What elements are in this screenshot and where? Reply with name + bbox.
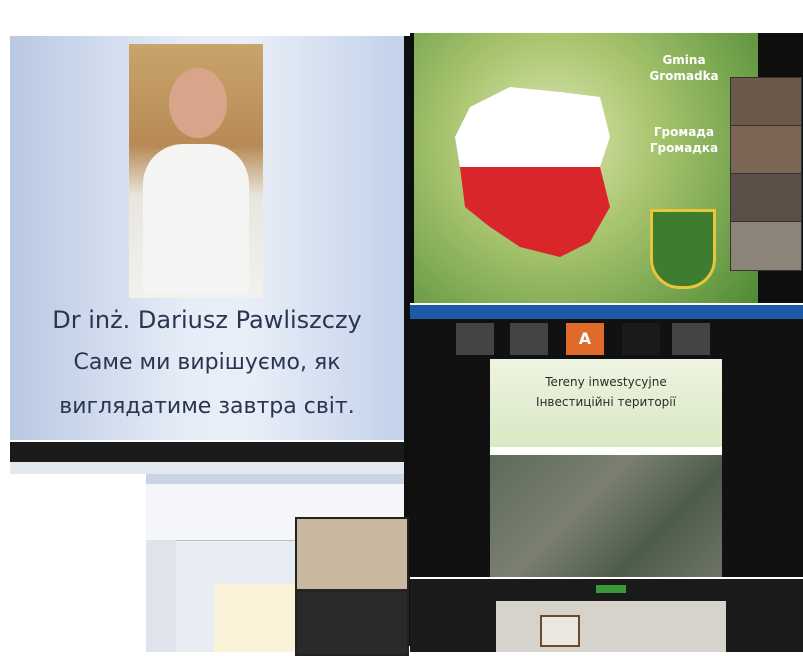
speaker-name: Dr inż. Dariusz Pawliszczy <box>52 306 362 334</box>
quote-line-1: Саме ми вирішуємо, як <box>73 350 341 375</box>
desktop-panel <box>10 442 409 656</box>
participant-avatar[interactable]: A <box>566 323 604 355</box>
slide-thumbnails <box>146 540 176 652</box>
participant-tile[interactable] <box>622 323 660 355</box>
picture-frame <box>540 615 580 647</box>
meeting-titlebar <box>410 305 803 319</box>
video-tile[interactable] <box>730 221 802 271</box>
map-slide-panel: Gmina Gromadka Громада Громадка <box>410 33 803 303</box>
slide-title-ua: Інвестиційні території <box>536 395 676 409</box>
speaker-photo <box>129 44 263 298</box>
powerpoint-titlebar <box>146 474 404 484</box>
map-slide: Gmina Gromadka Громада Громадка <box>414 33 758 303</box>
toolbar <box>10 462 404 474</box>
participant-tile[interactable] <box>510 323 548 355</box>
participant-tile[interactable] <box>456 323 494 355</box>
participant-tile[interactable] <box>672 323 710 355</box>
quote-line-2: виглядатиме завтра світ. <box>59 394 355 419</box>
video-tile[interactable] <box>730 125 802 175</box>
speaker-slide: Dr inż. Dariusz Pawliszczy Саме ми виріш… <box>10 36 404 440</box>
map-title-ua-2: Громадка <box>649 141 719 155</box>
map-title-pl-2: Gromadka <box>649 69 719 83</box>
speaker-shirt <box>143 144 249 294</box>
poland-map <box>455 87 610 257</box>
video-tile[interactable] <box>730 173 802 223</box>
satellite-image <box>490 455 722 577</box>
window-titlebar <box>10 442 404 462</box>
meeting-panel: A Tereny inwestycyjne Інвестиційні терит… <box>410 305 803 577</box>
video-tile[interactable] <box>295 590 409 656</box>
slide-title-pl: Tereny inwestycyjne <box>545 375 667 389</box>
video-thumbnails <box>730 77 802 299</box>
room-camera-panel <box>410 579 803 652</box>
video-tile[interactable] <box>730 77 802 127</box>
map-title-ua-1: Громада <box>653 125 715 139</box>
coat-of-arms-icon <box>650 209 716 289</box>
file-explorer <box>10 474 146 652</box>
investment-slide: Tereny inwestycyjne Інвестиційні територ… <box>490 359 722 577</box>
map-title-pl-1: Gmina <box>662 53 706 67</box>
room-wall <box>496 601 726 652</box>
video-tile[interactable] <box>295 517 409 591</box>
speaker-face <box>169 68 227 138</box>
status-indicator <box>596 585 626 593</box>
